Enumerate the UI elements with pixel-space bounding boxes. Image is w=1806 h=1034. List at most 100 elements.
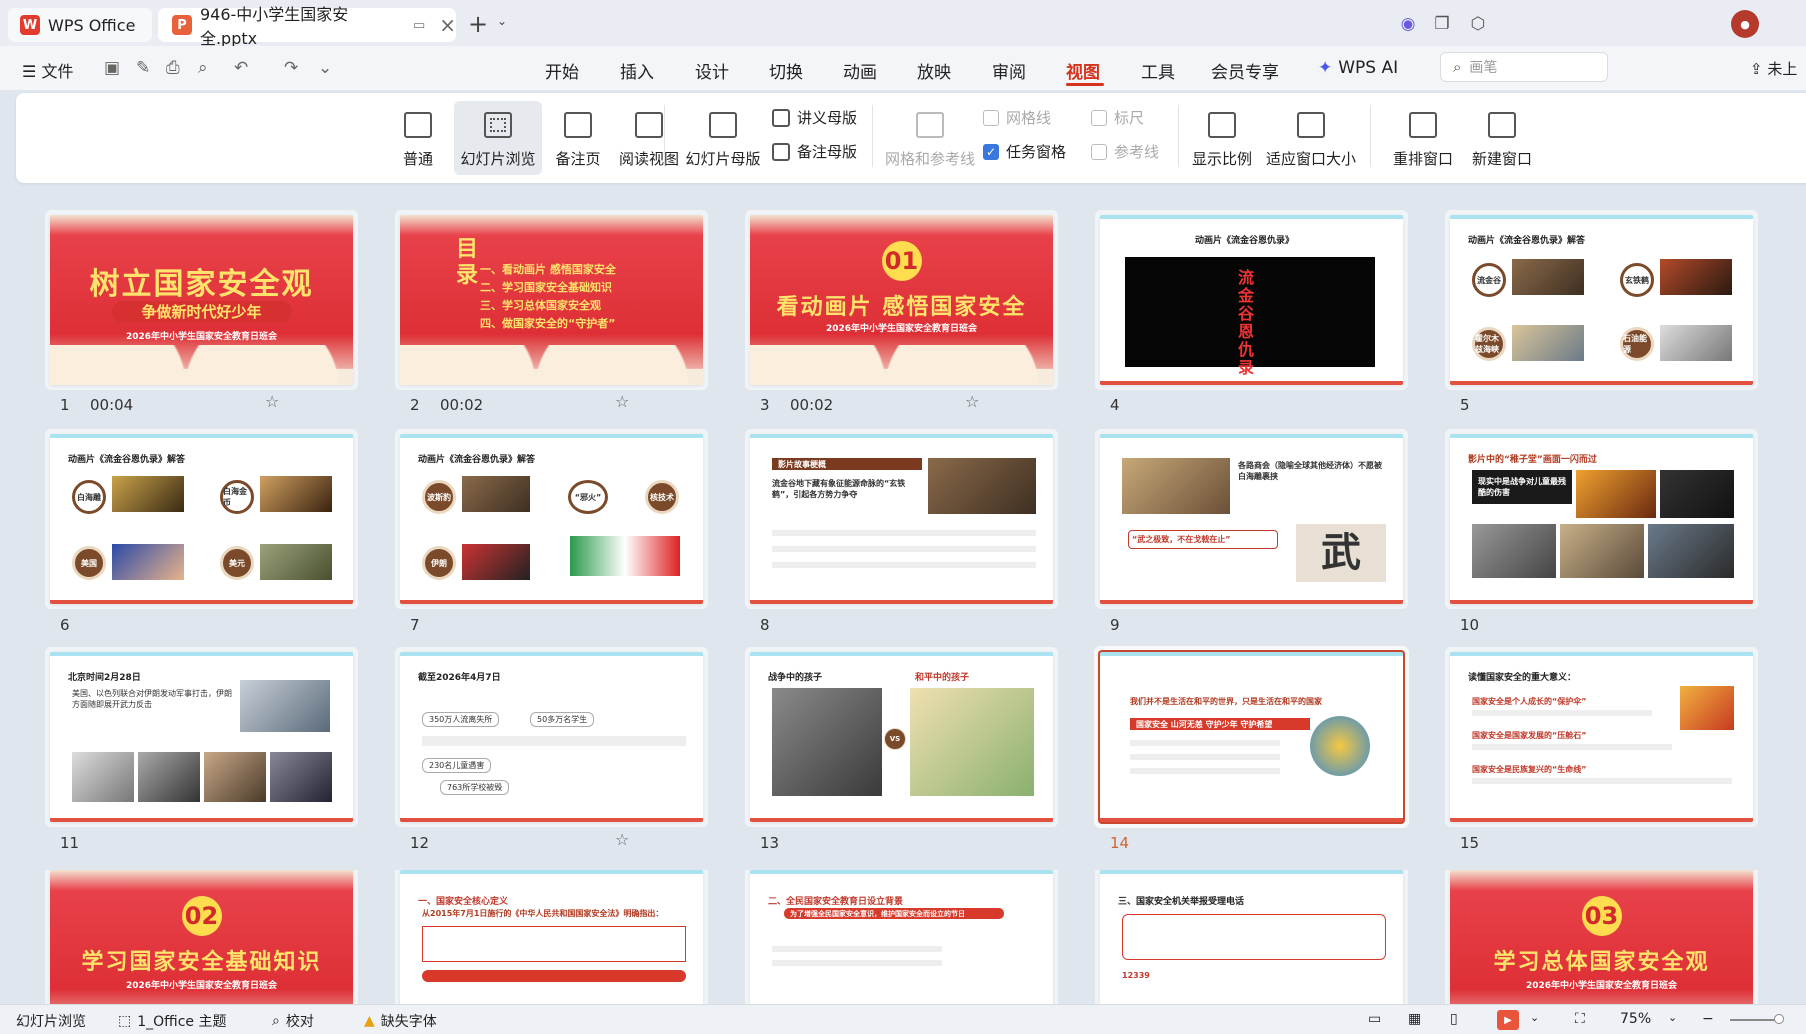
wps-ai-label: WPS AI [1338,58,1399,78]
slide-thumbnail-18[interactable]: 二、全民国家安全教育日设立背景 为了增强全民国家安全意识，维护国家安全而设立的节… [750,870,1053,1004]
tab-review[interactable]: 审阅 [992,58,1026,83]
normal-view-status-icon[interactable]: ▭ [1368,1011,1381,1027]
slide-sorter-button[interactable]: 幻灯片浏览 [454,101,542,175]
tab-wps-home[interactable]: W WPS Office [8,8,152,42]
wps-ai-button[interactable]: ✦ WPS AI [1318,58,1398,78]
tab-view[interactable]: 视图 [1066,58,1100,83]
slide-caption: 2026年中小学生国家安全教育日班会 [1525,981,1678,991]
reading-view-status-icon[interactable]: ▯ [1450,1011,1458,1027]
concept-circle: 流金谷 [1472,263,1506,297]
zoom-out-icon[interactable]: − [1702,1011,1714,1027]
slide-timing: 00:04 [90,396,134,414]
slide-thumbnail-14[interactable]: 我们并不是生活在和平的世界，只是生活在和平的国家 国家安全 山河无恙 守护少年 … [1100,652,1403,822]
quick-access-more-icon[interactable]: ⌄ [318,58,332,78]
slide-thumbnail-12[interactable]: 截至2026年4月7日 350万人流离失所 50多万名学生 230名儿童遇害 7… [400,652,703,822]
file-menu[interactable]: ☰ 文件 [22,58,73,82]
save-icon[interactable]: ▣ [104,58,120,78]
slide-thumbnail-11[interactable]: 北京时间2月28日 美国、以色列联合对伊朗发动军事打击，伊朗方面随即展开武力反击 [50,652,353,822]
missing-font-button[interactable]: ▲ 缺失字体 [364,1011,437,1031]
slide-body: 流金谷地下藏有象征能源命脉的“玄铁鹤”，引起各方势力争夺 [772,479,906,499]
tab-transition[interactable]: 切换 [769,58,803,83]
tab-slideshow[interactable]: 放映 [917,58,951,83]
tab-home[interactable]: 开始 [545,58,579,83]
slide-thumbnail-9[interactable]: 各路商会（隐喻全球其他经济体）不愿被白海雕裹挟 “武之极致，不在戈戟在止” 武 [1100,434,1403,604]
fit-window-label: 适应窗口大小 [1265,150,1356,168]
slide-thumbnail-10[interactable]: 影片中的“稚子堂”画面一闪而过 现实中是战争对儿童最残酷的伤害 [1450,434,1753,604]
play-options-chevron-icon[interactable]: ⌄ [1530,1011,1539,1024]
star-icon[interactable]: ☆ [615,392,629,411]
slide-thumbnail-2[interactable]: 目录 一、看动画片 感悟国家安全 二、学习国家安全基础知识 三、学习总体国家安全… [400,215,703,385]
zoom-slider-handle[interactable] [1774,1014,1784,1024]
cube-icon[interactable]: ⬡ [1466,12,1490,36]
close-tab-icon[interactable]: × [439,13,456,37]
task-pane-checkbox[interactable]: ✓ 任务窗格 [983,141,1066,162]
slide-thumbnail-5[interactable]: 动画片《流金谷恩仇录》解答 流金谷 霍尔木兹海峡 玄铁鹤 石油能源 [1450,215,1753,385]
star-icon[interactable]: ☆ [615,830,629,849]
tab-design[interactable]: 设计 [695,58,729,83]
slide-image [1472,524,1556,578]
slide-master-button[interactable]: 幻灯片母版 [676,101,770,175]
notes-master-icon [772,142,790,161]
star-icon[interactable]: ☆ [965,392,979,411]
slide-thumbnail-4[interactable]: 动画片《流金谷恩仇录》 流金谷恩仇录 [1100,215,1403,385]
handout-master-button[interactable]: 讲义母版 [772,107,857,128]
monitor-icon[interactable]: ▭ [413,18,425,33]
print-icon[interactable]: ⎙ [166,58,180,78]
search-input[interactable]: ⌕ 画笔 [1440,52,1608,82]
slide-thumbnail-16[interactable]: 02 学习国家安全基础知识 2026年中小学生国家安全教育日班会 [50,870,353,1004]
slide-thumbnail-15[interactable]: 读懂国家安全的重大意义： 国家安全是个人成长的“保护伞” 国家安全是国家发展的“… [1450,652,1753,822]
cloud-label: 未上 [1767,60,1798,78]
proofing-button[interactable]: ⌕ 校对 [272,1011,314,1031]
cloud-status[interactable]: ⇪ 未上 [1750,58,1797,79]
section-number: 03 [1581,896,1622,936]
theme-status[interactable]: ⬚ 1_Office 主题 [118,1011,226,1031]
tab-list-chevron-icon[interactable]: ⌄ [497,14,507,28]
zoom-dropdown-icon[interactable]: ⌄ [1668,1011,1677,1024]
zoom-slider[interactable] [1730,1019,1780,1021]
view-ribbon: 普通 幻灯片浏览 备注页 阅读视图 幻灯片母版 讲义母版 备注母版 网格和参考线… [16,93,1806,183]
arrange-windows-button[interactable]: 重排窗口 [1384,101,1462,175]
tab-insert[interactable]: 插入 [620,58,654,83]
toc-heading: 目录 [456,237,479,288]
new-window-button[interactable]: 新建窗口 [1468,101,1536,175]
tab-animation[interactable]: 动画 [843,58,877,83]
slide-thumbnail-3[interactable]: 01 看动画片 感悟国家安全 2026年中小学生国家安全教育日班会 [750,215,1053,385]
slide-thumbnail-13[interactable]: 战争中的孩子 和平中的孩子 VS [750,652,1053,822]
slide-thumbnail-1[interactable]: 树立国家安全观 争做新时代好少年 2026年中小学生国家安全教育日班会 [50,215,353,385]
notes-master-button[interactable]: 备注母版 [772,141,857,162]
grid-guides-button[interactable]: 网格和参考线 [882,101,978,175]
play-slideshow-icon[interactable]: ▶ [1497,1010,1519,1030]
zoom-level[interactable]: 75% [1620,1011,1651,1027]
new-tab-icon[interactable]: + [468,10,488,38]
slide-banner: 现实中是战争对儿童最残酷的伤害 [1472,470,1572,504]
fit-slide-icon[interactable]: ⛶ [1575,1011,1585,1027]
window-icon[interactable]: ❐ [1430,12,1454,36]
zoom-button[interactable]: 显示比例 [1186,101,1258,175]
format-painter-icon[interactable]: ✎ [136,58,150,78]
tab-member[interactable]: 会员专享 [1211,58,1279,83]
ruler-checkbox[interactable]: 标尺 [1091,107,1144,128]
slide-thumbnail-19[interactable]: 三、国家安全机关举报受理电话 12339 [1100,870,1403,1004]
print-preview-icon[interactable]: ⌕ [198,58,208,78]
slide-thumbnail-20[interactable]: 03 学习总体国家安全观 2026年中小学生国家安全教育日班会 [1450,870,1753,1004]
assistant-icon[interactable]: ◉ [1396,12,1420,36]
tab-document[interactable]: P 946-中小学生国家安全.pptx ▭ × [158,5,456,48]
notes-page-button[interactable]: 备注页 [544,101,612,175]
undo-icon[interactable]: ↶ [234,58,248,78]
gridlines-checkbox[interactable]: 网格线 [983,107,1051,128]
slide-thumbnail-7[interactable]: 动画片《流金谷恩仇录》解答 波斯豹 伊朗 “邪火” 核技术 [400,434,703,604]
user-avatar[interactable]: ● [1731,10,1759,38]
redo-icon[interactable]: ↷ [284,58,298,78]
reading-view-button[interactable]: 阅读视图 [612,101,686,175]
slide-thumbnail-6[interactable]: 动画片《流金谷恩仇录》解答 白海雕 美国 白海金币 美元 [50,434,353,604]
star-icon[interactable]: ☆ [265,392,279,411]
stat-pill: 230名儿童遇害 [422,758,492,773]
slide-title: 看动画片 感悟国家安全 [776,294,1027,320]
guides-checkbox[interactable]: 参考线 [1091,141,1159,162]
slide-thumbnail-8[interactable]: 影片故事梗概 流金谷地下藏有象征能源命脉的“玄铁鹤”，引起各方势力争夺 [750,434,1053,604]
fit-window-button[interactable]: 适应窗口大小 [1261,101,1361,175]
slide-thumbnail-17[interactable]: 一、国家安全核心定义 从2015年7月1日施行的《中华人民共和国国家安全法》明确… [400,870,703,1004]
tab-tools[interactable]: 工具 [1141,58,1175,83]
normal-view-button[interactable]: 普通 [388,101,448,175]
slide-sorter-status-icon[interactable]: ▦ [1408,1011,1421,1027]
